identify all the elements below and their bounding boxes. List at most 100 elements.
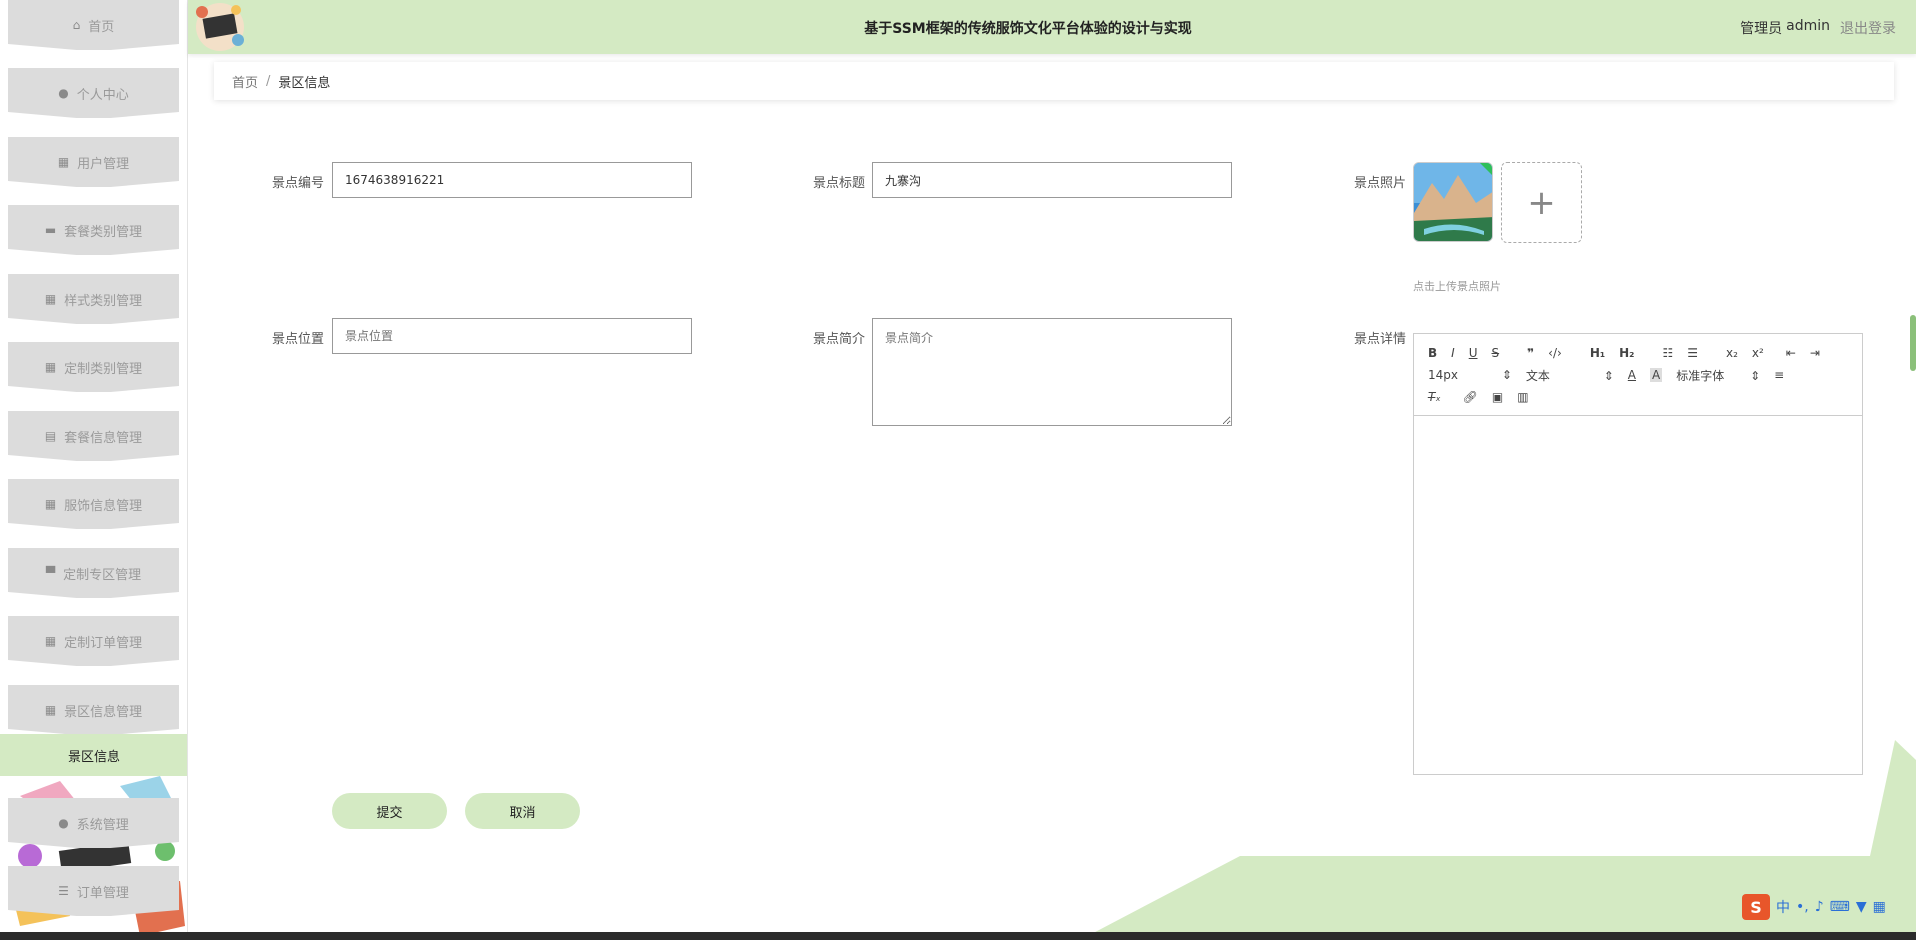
user-role: 管理员 [1740,21,1783,37]
home-icon: ⌂ [72,18,81,32]
sidebar-item-label: 样式类别管理 [64,293,143,309]
sidebar-item-scenic-management[interactable]: ▦ 景区信息管理 [8,685,179,735]
breadcrumb-separator: / [266,73,271,89]
sidebar-item-label: 系统管理 [76,817,129,833]
sidebar-item-clothing-info[interactable]: ▦ 服饰信息管理 [8,479,179,529]
editor-toolbar: B I U S ❞ ‹/› H₁ H₂ ☷ ☰ x₂ x² ⇤ ⇥ 14px ⇕… [1414,334,1862,416]
submit-button[interactable]: 提交 [332,793,447,829]
title-label: 景点标题 [812,176,865,191]
skin-icon[interactable]: ▼ [1856,899,1867,915]
sidebar-item-scenic-info-active[interactable]: 景区信息 [0,734,187,776]
sidebar-item-package-category[interactable]: ▬ 套餐类别管理 [8,205,179,255]
font-size-value: 14px [1428,368,1458,382]
microphone-icon[interactable]: ♪ [1815,899,1824,915]
sidebar-item-package-info[interactable]: ▤ 套餐信息管理 [8,411,179,461]
text-type-select[interactable]: 文本 ⇕ [1526,367,1614,384]
select-arrow-icon: ⇕ [1501,368,1512,382]
ime-mode[interactable]: 中 [1776,897,1790,917]
sidebar-item-label: 定制类别管理 [64,361,143,377]
sidebar-item-label: 定制专区管理 [63,567,142,583]
grid-icon: ▦ [44,360,57,374]
align-icon[interactable]: ≡ [1774,368,1784,382]
sidebar-item-user-management[interactable]: ▦ 用户管理 [8,137,179,187]
quote-icon[interactable]: ❞ [1527,346,1534,360]
heading2-icon[interactable]: H₂ [1619,346,1634,360]
clear-format-icon[interactable]: T̶ₓ [1428,390,1441,404]
sidebar-item-custom-category[interactable]: ▦ 定制类别管理 [8,342,179,392]
font-family-select[interactable]: 标准字体 ⇕ [1676,367,1760,384]
sidebar-item-label: 套餐信息管理 [64,430,143,446]
outdent-icon[interactable]: ⇤ [1786,346,1796,360]
font-color-icon[interactable]: A [1628,368,1636,382]
editor-content-area[interactable] [1414,416,1862,774]
link-icon[interactable]: 🔗︎ [1463,390,1478,404]
indent-icon[interactable]: ⇥ [1810,346,1820,360]
sidebar: ⌂ 首页 ● 个人中心 ▦ 用户管理 ▬ 套餐类别管理 ▦ 样式类别管理 ▦ 定… [0,0,188,940]
site-title: 基于SSM框架的传统服饰文化平台体验的设计与实现 [864,21,1192,37]
breadcrumb: 首页 / 景区信息 [214,62,1894,100]
video-icon[interactable]: ▥ [1517,390,1528,404]
photo-label: 景点照片 [1353,176,1406,191]
superscript-icon[interactable]: x² [1752,346,1764,360]
user-name: admin [1786,18,1830,34]
detail-label: 景点详情 [1353,332,1406,347]
text-type-value: 文本 [1525,368,1550,383]
background-color-icon[interactable]: A [1650,368,1663,382]
sidebar-item-label: 景区信息 [67,749,120,765]
punctuation-icon[interactable]: •, [1796,899,1809,915]
photo-thumbnail[interactable] [1413,162,1493,242]
italic-icon[interactable]: I [1451,346,1455,360]
title-field[interactable]: 九寨沟 [872,162,1232,198]
breadcrumb-home[interactable]: 首页 [232,72,258,91]
plus-icon: + [1527,182,1556,223]
upload-add-button[interactable]: + [1501,162,1582,243]
clipboard-icon: ▤ [44,429,57,443]
sidebar-item-personal-center[interactable]: ● 个人中心 [8,68,179,118]
grid-icon: ▦ [44,497,57,511]
sidebar-item-custom-zone[interactable]: ▀ 定制专区管理 [8,548,179,598]
logout-link[interactable]: 退出登录 [1840,18,1896,38]
bold-icon[interactable]: B [1428,346,1437,360]
sidebar-item-system-management[interactable]: ● 系统管理 [8,798,179,848]
image-icon[interactable]: ▣ [1492,390,1503,404]
strike-icon[interactable]: S [1492,346,1500,360]
sidebar-item-custom-orders[interactable]: ▦ 定制订单管理 [8,616,179,666]
breadcrumb-current: 景区信息 [278,75,331,91]
bullet-list-icon[interactable]: ☰ [1687,346,1698,360]
code-label: 景点编号 [271,176,324,191]
code-icon[interactable]: ‹/› [1548,346,1562,360]
sidebar-item-label: 用户管理 [77,156,130,172]
heading1-icon[interactable]: H₁ [1590,346,1605,360]
grid-icon: ▦ [57,155,70,169]
sidebar-item-label: 定制订单管理 [64,635,143,651]
grid-icon: ▦ [44,634,57,648]
ime-toolbar: S 中 •, ♪ ⌨ ▼ ▦ [1742,893,1886,921]
sidebar-item-order-management[interactable]: ☰ 订单管理 [8,866,179,916]
sidebar-item-label: 订单管理 [76,885,129,901]
sidebar-item-style-category[interactable]: ▦ 样式类别管理 [8,274,179,324]
header: 基于SSM框架的传统服饰文化平台体验的设计与实现 管理员 admin 退出登录 [188,0,1916,54]
keyboard-icon[interactable]: ⌨ [1830,899,1850,915]
grid-icon: ▦ [44,292,57,306]
landscape-image [1414,163,1492,241]
location-input[interactable] [332,318,692,354]
intro-label: 景点简介 [812,332,865,347]
taskbar [0,932,1916,940]
sidebar-item-label: 个人中心 [76,87,129,103]
sidebar-item-home[interactable]: ⌂ 首页 [8,0,179,50]
ordered-list-icon[interactable]: ☷ [1662,346,1673,360]
underline-icon[interactable]: U [1469,346,1478,360]
intro-textarea[interactable] [872,318,1232,426]
scrollbar-thumb[interactable] [1910,315,1916,371]
cancel-button[interactable]: 取消 [465,793,580,829]
sogou-logo-icon[interactable]: S [1742,894,1770,920]
toolbox-icon[interactable]: ▦ [1873,899,1886,915]
font-family-value: 标准字体 [1676,368,1725,383]
select-arrow-icon: ⇕ [1750,368,1761,383]
location-label: 景点位置 [271,332,324,347]
code-field[interactable]: 1674638916221 [332,162,692,198]
user-icon: ● [58,86,69,100]
sidebar-item-label: 首页 [88,19,115,35]
font-size-select[interactable]: 14px ⇕ [1428,368,1512,382]
subscript-icon[interactable]: x₂ [1726,346,1738,360]
